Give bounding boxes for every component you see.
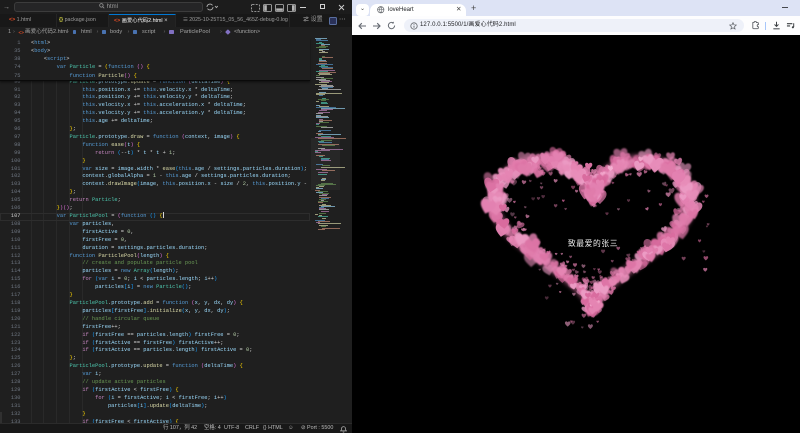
svg-text:致最爱的张三: 致最爱的张三 bbox=[568, 238, 618, 248]
